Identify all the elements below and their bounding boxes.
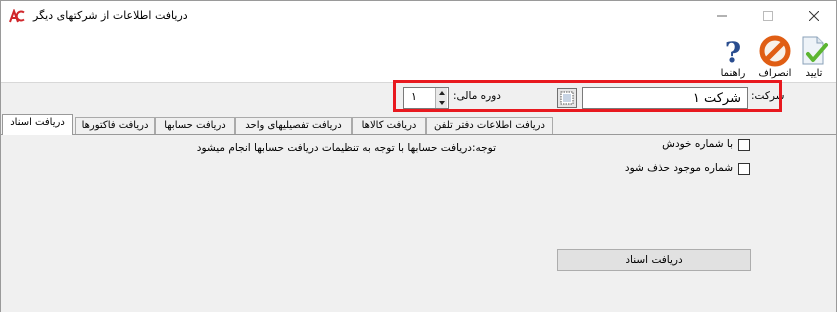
svg-text:?: ? xyxy=(725,36,741,67)
cancel-label: انصراف xyxy=(758,68,792,79)
tab-receive-phonebook[interactable]: دریافت اطلاعات دفتر تلفن xyxy=(426,117,553,135)
note-text: توجه:دریافت حسابها با توجه به تنظیمات در… xyxy=(196,142,496,154)
question-mark-icon: ? xyxy=(721,35,745,67)
title-bar: دريافت اطلاعات از شرکتهای دیگر xyxy=(1,1,836,31)
close-button[interactable] xyxy=(791,1,837,31)
tab-label: دریافت اطلاعات دفتر تلفن xyxy=(434,120,545,131)
toolbar: تایید انصراف ? راهنما xyxy=(1,31,836,83)
tab-receive-goods[interactable]: دریافت کالاها xyxy=(352,117,426,135)
dialog-window: دريافت اطلاعات از شرکتهای دیگر تایید انص… xyxy=(0,0,837,312)
help-button[interactable]: ? راهنما xyxy=(713,35,753,79)
tab-strip: دریافت اسناد دریافت فاکتورها دریافت حساب… xyxy=(1,114,836,135)
tab-receive-invoices[interactable]: دریافت فاکتورها xyxy=(75,117,155,135)
tab-label: دریافت اسناد xyxy=(10,117,65,128)
same-number-label: با شماره خودش xyxy=(662,138,733,150)
tab-receive-documents[interactable]: دریافت اسناد xyxy=(2,114,73,135)
document-check-icon xyxy=(799,35,829,67)
highlight-annotation xyxy=(393,80,782,112)
tab-label: دریافت حسابها xyxy=(164,120,226,131)
tab-label: دریافت کالاها xyxy=(361,120,417,131)
help-label: راهنما xyxy=(720,68,746,79)
minimize-button[interactable] xyxy=(699,1,745,31)
delete-existing-checkbox[interactable] xyxy=(738,163,750,175)
delete-existing-label: شماره موجود حذف شود xyxy=(624,162,733,174)
cancel-button[interactable]: انصراف xyxy=(756,35,794,79)
app-logo-icon xyxy=(9,8,25,23)
tab-label: دریافت فاکتورها xyxy=(81,120,149,131)
tab-content xyxy=(1,134,836,312)
confirm-label: تایید xyxy=(805,68,823,79)
window-title: دريافت اطلاعات از شرکتهای دیگر xyxy=(33,9,188,22)
tab-receive-unit-details[interactable]: دریافت تفصیلیهای واحد xyxy=(235,117,352,135)
confirm-button[interactable]: تایید xyxy=(797,35,831,79)
prohibited-icon xyxy=(759,35,791,67)
receive-documents-button[interactable]: دریافت اسناد xyxy=(557,249,751,271)
tab-label: دریافت تفصیلیهای واحد xyxy=(245,120,342,131)
tab-receive-accounts[interactable]: دریافت حسابها xyxy=(155,117,235,135)
maximize-button[interactable] xyxy=(745,1,791,31)
same-number-checkbox[interactable] xyxy=(738,139,750,151)
